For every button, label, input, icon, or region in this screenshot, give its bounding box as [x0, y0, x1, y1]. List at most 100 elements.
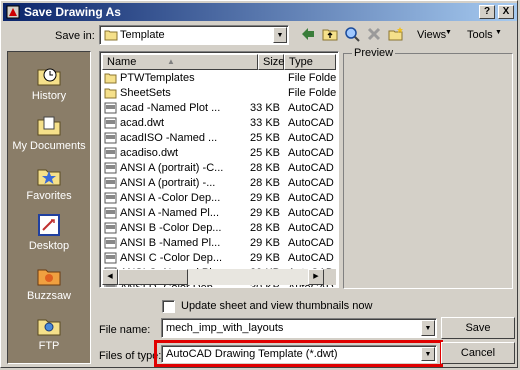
- tools-menu[interactable]: Tools: [467, 29, 493, 41]
- dwt-file-icon: [104, 192, 117, 204]
- views-menu[interactable]: Views: [417, 29, 446, 41]
- dwt-file-icon: [104, 207, 117, 219]
- file-row[interactable]: ANSI A (portrait) -C... 28 KB AutoCAD: [102, 161, 336, 176]
- places-item-history[interactable]: History: [8, 54, 90, 104]
- thumbnails-label[interactable]: Update sheet and view thumbnails now: [181, 300, 372, 312]
- file-size: 25 KB: [250, 132, 280, 144]
- file-name: SheetSets: [120, 87, 171, 99]
- places-label: History: [31, 90, 67, 102]
- file-name: PTWTemplates: [120, 72, 195, 84]
- dwt-file-icon: [104, 237, 117, 249]
- file-type: AutoCAD: [288, 132, 334, 144]
- file-size: 28 KB: [250, 222, 280, 234]
- file-name-field[interactable]: mech_imp_with_layouts ▼: [161, 318, 437, 338]
- tools-chevron-icon[interactable]: ▼: [495, 29, 502, 36]
- file-row[interactable]: ANSI A -Color Dep... 29 KB AutoCAD: [102, 191, 336, 206]
- desktop-icon: [38, 214, 60, 236]
- places-label: Desktop: [28, 240, 70, 252]
- file-row[interactable]: acad -Named Plot ... 33 KB AutoCAD: [102, 101, 336, 116]
- horizontal-scrollbar[interactable]: ◀ ▶: [102, 269, 324, 285]
- save-in-dropdown[interactable]: Template ▼: [99, 25, 289, 45]
- dwt-file-icon: [104, 117, 117, 129]
- app-icon: [6, 5, 20, 19]
- places-label: Favorites: [26, 190, 72, 202]
- delete-icon[interactable]: [365, 25, 383, 43]
- file-type: AutoCAD: [288, 147, 334, 159]
- file-name-value: mech_imp_with_layouts: [166, 322, 284, 334]
- column-header-name[interactable]: Name ▲: [102, 54, 258, 70]
- dwt-file-icon: [104, 132, 117, 144]
- file-row[interactable]: SheetSets File Folde: [102, 86, 336, 101]
- places-item-favorites[interactable]: Favorites: [8, 154, 90, 204]
- dwt-file-icon: [104, 222, 117, 234]
- scroll-right-icon[interactable]: ▶: [308, 269, 324, 285]
- file-name: acad -Named Plot ...: [120, 102, 221, 114]
- places-item-buzzsaw[interactable]: Buzzsaw: [8, 254, 90, 304]
- file-size: 28 KB: [250, 162, 280, 174]
- file-row[interactable]: ANSI C -Color Dep... 29 KB AutoCAD: [102, 251, 336, 266]
- cancel-button[interactable]: Cancel: [441, 342, 515, 364]
- file-type: AutoCAD: [288, 117, 334, 129]
- file-name: ANSI C -Color Dep...: [120, 252, 223, 264]
- folder-icon: [104, 30, 118, 41]
- chevron-down-icon[interactable]: ▼: [273, 27, 287, 43]
- file-size: 29 KB: [250, 237, 280, 249]
- history-icon: [37, 68, 61, 86]
- new-folder-icon[interactable]: [387, 25, 405, 43]
- file-row[interactable]: PTWTemplates File Folde: [102, 71, 336, 86]
- places-item-my-documents[interactable]: My Documents: [8, 104, 90, 154]
- scroll-left-icon[interactable]: ◀: [102, 269, 118, 285]
- file-row[interactable]: acad.dwt 33 KB AutoCAD: [102, 116, 336, 131]
- places-label: My Documents: [12, 140, 86, 152]
- file-name: ANSI A -Named Pl...: [120, 207, 220, 219]
- file-name: acad.dwt: [120, 117, 165, 129]
- file-name: ANSI B -Named Pl...: [120, 237, 221, 249]
- file-type: File Folde: [288, 72, 336, 84]
- column-header-type[interactable]: Type: [284, 54, 336, 70]
- close-button[interactable]: X: [498, 5, 514, 19]
- scroll-thumb[interactable]: [118, 269, 188, 285]
- file-name-label: File name:: [99, 324, 151, 336]
- title-bar[interactable]: Save Drawing As ? X: [3, 3, 517, 21]
- file-name: ANSI B -Color Dep...: [120, 222, 222, 234]
- file-name: ANSI A -Color Dep...: [120, 192, 221, 204]
- scroll-corner: [324, 269, 336, 285]
- chevron-down-icon[interactable]: ▼: [421, 347, 435, 361]
- places-item-desktop[interactable]: Desktop: [8, 204, 90, 254]
- file-type: AutoCAD: [288, 192, 334, 204]
- file-row[interactable]: ANSI A -Named Pl... 29 KB AutoCAD: [102, 206, 336, 221]
- column-header-size[interactable]: Size: [258, 54, 284, 70]
- file-name: acadiso.dwt: [120, 147, 179, 159]
- file-type: AutoCAD: [288, 177, 334, 189]
- file-row[interactable]: acadISO -Named ... 25 KB AutoCAD: [102, 131, 336, 146]
- folder-icon: [104, 88, 117, 99]
- file-row[interactable]: ANSI B -Named Pl... 29 KB AutoCAD: [102, 236, 336, 251]
- dwt-file-icon: [104, 162, 117, 174]
- file-list[interactable]: Name ▲ Size Type PTWTemplates File Folde S…: [99, 51, 339, 288]
- search-web-icon[interactable]: [343, 25, 361, 43]
- save-button[interactable]: Save: [441, 317, 515, 339]
- file-name: acadISO -Named ...: [120, 132, 218, 144]
- views-chevron-icon[interactable]: ▼: [445, 29, 452, 36]
- file-type: AutoCAD: [288, 162, 334, 174]
- file-size: 33 KB: [250, 117, 280, 129]
- file-type-value: AutoCAD Drawing Template (*.dwt): [166, 348, 338, 360]
- file-type: AutoCAD: [288, 252, 334, 264]
- chevron-down-icon[interactable]: ▼: [421, 320, 435, 336]
- places-bar: History My Documents Favorites Desktop B…: [7, 51, 91, 364]
- back-icon[interactable]: [299, 25, 317, 43]
- up-folder-icon[interactable]: [321, 25, 339, 43]
- places-label: FTP: [38, 340, 60, 352]
- thumbnails-checkbox[interactable]: [162, 300, 175, 313]
- file-size: 33 KB: [250, 102, 280, 114]
- help-button[interactable]: ?: [479, 5, 495, 19]
- file-type: AutoCAD: [288, 102, 334, 114]
- file-row[interactable]: ANSI B -Color Dep... 28 KB AutoCAD: [102, 221, 336, 236]
- file-name: ANSI A (portrait) -...: [120, 177, 216, 189]
- file-row[interactable]: acadiso.dwt 25 KB AutoCAD: [102, 146, 336, 161]
- file-name: ANSI A (portrait) -C...: [120, 162, 224, 174]
- save-drawing-dialog: Save Drawing As ? X Save in: Template ▼ …: [0, 0, 518, 368]
- file-row[interactable]: ANSI A (portrait) -... 28 KB AutoCAD: [102, 176, 336, 191]
- places-item-ftp[interactable]: FTP: [8, 304, 90, 354]
- file-type-dropdown[interactable]: AutoCAD Drawing Template (*.dwt) ▼: [161, 345, 437, 363]
